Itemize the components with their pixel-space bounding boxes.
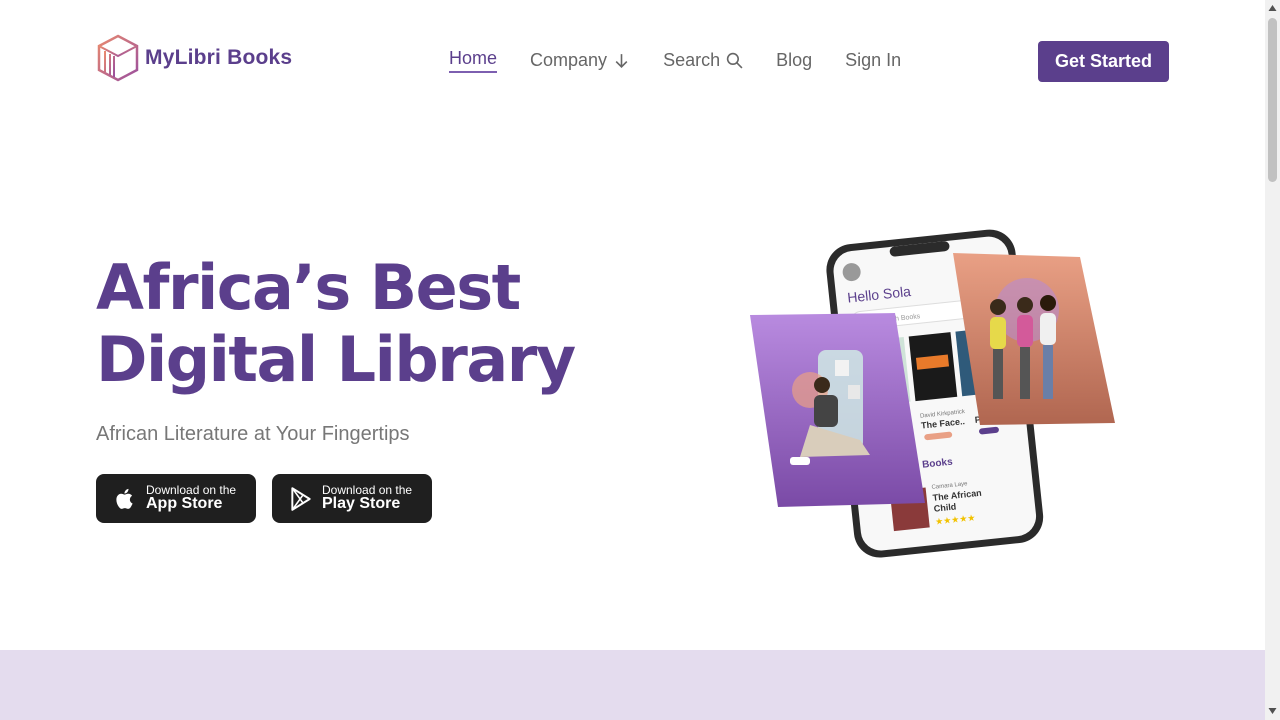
nav-sign-in-label: Sign In bbox=[845, 50, 902, 70]
nav-home-label: Home bbox=[449, 48, 498, 68]
features-band bbox=[0, 650, 1265, 720]
hero-title: Africa’s Best Digital Library bbox=[96, 252, 656, 396]
nav-sign-in[interactable]: Sign In bbox=[845, 50, 901, 71]
play-store-text: Download on the Play Store bbox=[322, 484, 412, 513]
reader-card bbox=[750, 313, 925, 507]
books-cube-logo-icon bbox=[97, 34, 139, 82]
nav-blog[interactable]: Blog bbox=[776, 50, 812, 71]
play-icon bbox=[291, 486, 311, 511]
play-store-button[interactable]: Download on the Play Store bbox=[272, 474, 432, 523]
brand-name: MyLibri Books bbox=[145, 46, 293, 69]
scroll-thumb[interactable] bbox=[1268, 18, 1277, 182]
main-nav: Home Company Search Blog Sign In bbox=[449, 48, 934, 73]
app-store-big: App Store bbox=[146, 495, 223, 513]
group-card bbox=[953, 253, 1115, 425]
brand-logo[interactable]: MyLibri Books bbox=[97, 34, 292, 82]
nav-search-label: Search bbox=[663, 50, 721, 70]
nav-blog-label: Blog bbox=[776, 50, 813, 70]
scroll-down-icon[interactable] bbox=[1268, 707, 1277, 715]
hero-title-line-1: Africa’s Best bbox=[96, 251, 521, 324]
nav-company[interactable]: Company bbox=[530, 50, 630, 71]
landing-page: MyLibri Books Home Company Search Blog S… bbox=[0, 0, 1265, 720]
arrow-down-icon bbox=[615, 54, 628, 69]
scroll-up-icon[interactable] bbox=[1268, 4, 1277, 12]
search-icon bbox=[726, 52, 743, 69]
page-scrollbar[interactable] bbox=[1265, 0, 1280, 720]
play-store-big: Play Store bbox=[322, 495, 401, 513]
app-store-text: Download on the App Store bbox=[146, 484, 236, 513]
get-started-button[interactable]: Get Started bbox=[1038, 41, 1169, 82]
nav-company-label: Company bbox=[530, 50, 608, 70]
hero-title-line-2: Digital Library bbox=[96, 323, 576, 396]
hero-subtitle: African Literature at Your Fingertips bbox=[96, 423, 410, 445]
apple-icon bbox=[116, 488, 133, 509]
nav-search[interactable]: Search bbox=[663, 50, 743, 71]
hero-illustration: Hello Sola Search Books David Kirkpatric… bbox=[750, 229, 1115, 558]
nav-home[interactable]: Home bbox=[449, 48, 498, 73]
app-store-button[interactable]: Download on the App Store bbox=[96, 474, 256, 523]
